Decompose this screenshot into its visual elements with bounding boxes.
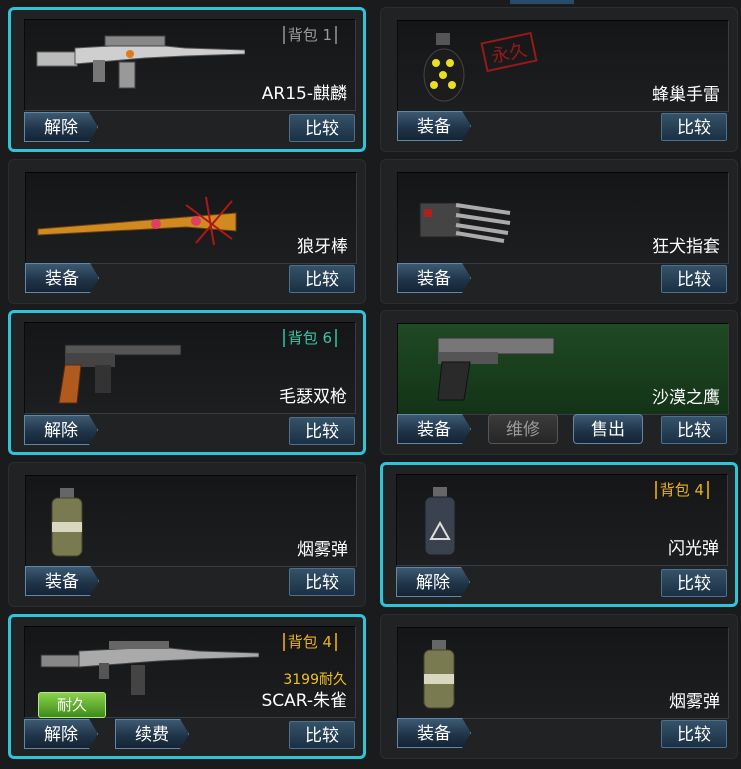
compare-button[interactable]: 比较 — [661, 569, 727, 597]
inventory-grid: 背包 1 AR15-麒麟 解除 比较 永久 蜂巢手雷 装备 比较 狼牙棒 装备 … — [0, 0, 741, 769]
repair-button[interactable]: 维修 — [488, 414, 558, 444]
backpack-tag: 背包 6 — [282, 329, 337, 347]
sell-button[interactable]: 售出 — [573, 414, 643, 444]
unequip-button[interactable]: 解除 — [24, 719, 98, 749]
rifle-icon — [40, 641, 259, 695]
item-card[interactable]: 背包 4 3199耐久 耐久 SCAR-朱雀 解除 续费 比较 — [8, 614, 366, 759]
flash-grenade-icon — [424, 487, 456, 556]
item-name: 烟雾弹 — [669, 692, 720, 712]
item-panel: 狼牙棒 — [25, 172, 357, 264]
item-panel: 烟雾弹 — [25, 475, 357, 567]
renew-button[interactable]: 续费 — [115, 719, 189, 749]
item-panel: 背包 1 AR15-麒麟 — [24, 19, 356, 111]
equip-button[interactable]: 装备 — [25, 566, 99, 596]
item-name: 蜂巢手雷 — [652, 85, 720, 105]
unequip-button[interactable]: 解除 — [24, 415, 98, 445]
item-name: SCAR-朱雀 — [261, 691, 347, 711]
equip-button[interactable]: 装备 — [397, 414, 471, 444]
item-panel: 背包 4 闪光弹 — [396, 474, 728, 566]
equip-button[interactable]: 装备 — [397, 111, 471, 141]
bat-icon — [37, 196, 237, 246]
item-panel: 背包 6 毛瑟双枪 — [24, 322, 356, 414]
pistol-icon — [58, 344, 182, 404]
unequip-button[interactable]: 解除 — [24, 112, 98, 142]
item-panel: 烟雾弹 — [397, 627, 729, 719]
item-card[interactable]: 狼牙棒 装备 比较 — [8, 159, 366, 304]
compare-button[interactable]: 比较 — [289, 114, 355, 142]
compare-button[interactable]: 比较 — [661, 113, 727, 141]
item-name: 狼牙棒 — [297, 237, 348, 257]
item-card[interactable]: 背包 4 闪光弹 解除 比较 — [380, 462, 738, 607]
item-card[interactable]: 背包 1 AR15-麒麟 解除 比较 — [8, 7, 366, 152]
smoke-grenade-icon — [423, 640, 455, 709]
item-name: 毛瑟双枪 — [279, 387, 347, 407]
pistol-icon — [437, 337, 555, 401]
backpack-tag: 背包 1 — [282, 26, 337, 44]
compare-button[interactable]: 比较 — [661, 720, 727, 748]
item-name: 狂犬指套 — [652, 237, 720, 257]
backpack-tag: 背包 4 — [654, 481, 709, 499]
compare-button[interactable]: 比较 — [289, 417, 355, 445]
item-card[interactable]: 狂犬指套 装备 比较 — [380, 159, 738, 304]
compare-button[interactable]: 比较 — [661, 416, 727, 444]
compare-button[interactable]: 比较 — [661, 265, 727, 293]
item-card[interactable]: 沙漠之鹰 装备 维修 售出 比较 — [380, 310, 738, 455]
rifle-icon — [36, 35, 245, 89]
item-panel: 永久 蜂巢手雷 — [397, 20, 729, 112]
equip-button[interactable]: 装备 — [397, 263, 471, 293]
unequip-button[interactable]: 解除 — [396, 567, 470, 597]
item-card[interactable]: 烟雾弹 装备 比较 — [380, 614, 738, 759]
compare-button[interactable]: 比较 — [289, 265, 355, 293]
item-card[interactable]: 永久 蜂巢手雷 装备 比较 — [380, 7, 738, 152]
item-card[interactable]: 烟雾弹 装备 比较 — [8, 462, 366, 607]
claw-icon — [419, 202, 511, 243]
item-panel: 沙漠之鹰 — [397, 323, 729, 415]
item-card[interactable]: 背包 6 毛瑟双枪 解除 比较 — [8, 310, 366, 455]
durability-badge: 耐久 — [38, 692, 106, 718]
equip-button[interactable]: 装备 — [25, 263, 99, 293]
item-panel: 狂犬指套 — [397, 172, 729, 264]
item-name: AR15-麒麟 — [261, 84, 347, 104]
permanent-stamp: 永久 — [480, 31, 538, 73]
item-name: 闪光弹 — [668, 539, 719, 559]
item-panel: 背包 4 3199耐久 耐久 SCAR-朱雀 — [24, 626, 356, 718]
grenade-icon — [423, 33, 465, 102]
compare-button[interactable]: 比较 — [289, 568, 355, 596]
equip-button[interactable]: 装备 — [397, 718, 471, 748]
item-name: 沙漠之鹰 — [652, 388, 720, 408]
item-name: 烟雾弹 — [297, 540, 348, 560]
backpack-tag: 背包 4 — [282, 633, 337, 651]
smoke-grenade-icon — [51, 488, 83, 557]
compare-button[interactable]: 比较 — [289, 721, 355, 749]
